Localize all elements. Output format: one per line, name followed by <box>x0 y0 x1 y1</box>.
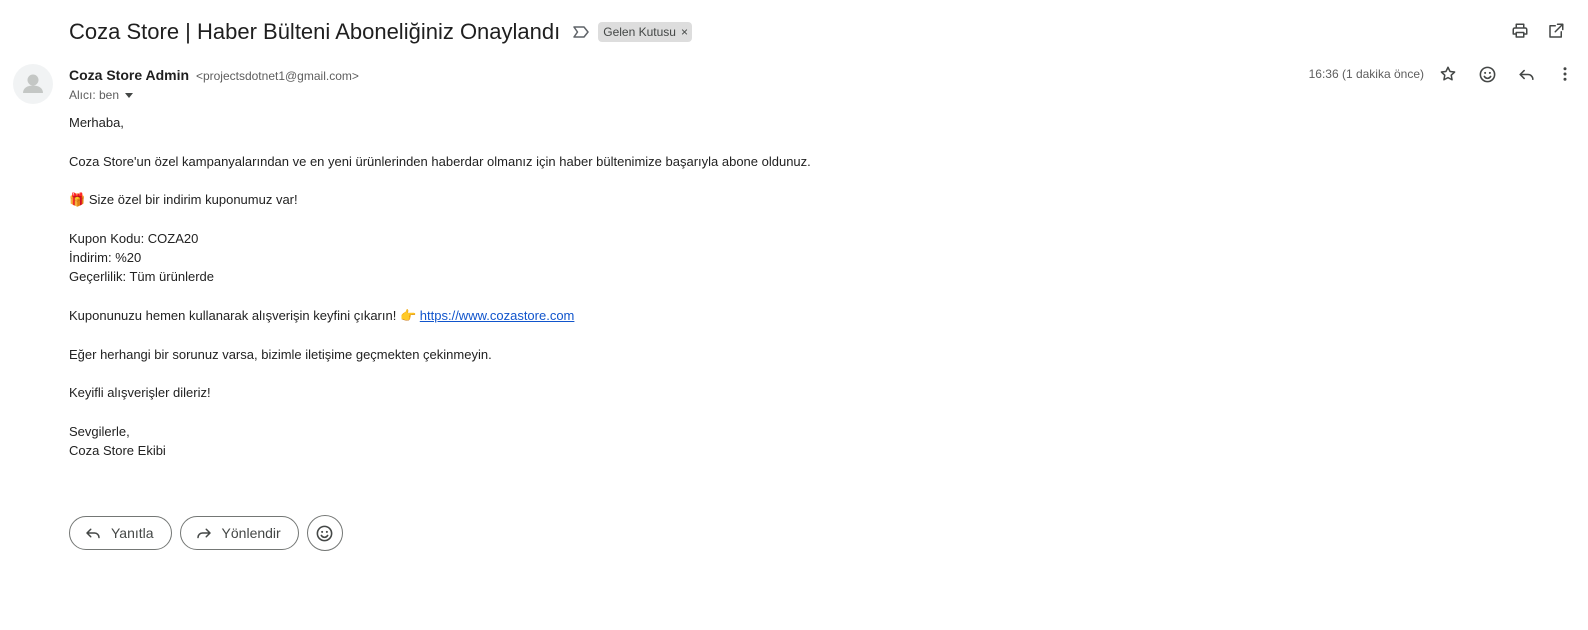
gift-emoji: 🎁 <box>69 192 86 208</box>
sender-line: Coza Store Admin <projectsdotnet1@gmail.… <box>69 67 359 83</box>
email-subject: Coza Store | Haber Bülteni Aboneliğiniz … <box>69 19 561 44</box>
coupon-announcement-text: Size özel bir indirim kuponumuz var! <box>88 192 298 208</box>
emoji-reaction-icon <box>316 525 333 541</box>
body-support: Eğer herhangi bir sorunuz varsa, bizimle… <box>69 346 492 362</box>
body-greeting: Merhaba, <box>69 115 124 130</box>
label-chip-close-icon[interactable]: × <box>681 26 688 38</box>
forward-icon <box>195 524 213 542</box>
body-wish: Keyifli alışverişler dileriz! <box>69 385 211 401</box>
reply-icon[interactable] <box>1516 64 1536 84</box>
emoji-reaction-button[interactable] <box>306 515 343 551</box>
body-validity: Geçerlilik: Tüm ürünlerde <box>69 269 214 285</box>
sender-name[interactable]: Coza Store Admin <box>69 67 189 83</box>
subject-row: Coza Store | Haber Bülteni Aboneliğiniz … <box>69 14 692 50</box>
body-coupon-code: Kupon Kodu: COZA20 <box>69 230 199 246</box>
emoji-reaction-icon[interactable] <box>1477 64 1497 84</box>
sender-email: <projectsdotnet1@gmail.com> <box>195 69 359 83</box>
label-chip-inbox: Gelen Kutusu × <box>598 22 692 42</box>
body-cta: Kuponunuzu hemen kullanarak alışverişin … <box>69 306 1069 325</box>
open-in-new-window-icon[interactable] <box>1546 21 1566 41</box>
more-vert-icon[interactable] <box>1555 64 1575 84</box>
important-marker-icon[interactable] <box>572 23 590 41</box>
reply-button-label: Yanıtla <box>111 525 154 541</box>
message-actions <box>1438 64 1575 84</box>
message-timestamp: 16:36 (1 dakika önce) <box>1308 67 1424 81</box>
reply-button[interactable]: Yanıtla <box>69 516 172 550</box>
sender-avatar[interactable] <box>13 64 53 104</box>
store-link[interactable]: https://www.cozastore.com <box>420 308 575 323</box>
thread-toolbar <box>1510 21 1566 41</box>
pointing-emoji: 👉 <box>399 307 417 323</box>
print-icon[interactable] <box>1510 21 1530 41</box>
recipient-details-dropdown-icon[interactable] <box>125 92 134 98</box>
body-closing: Sevgilerle, <box>69 423 130 439</box>
message-meta: 16:36 (1 dakika önce) <box>1309 64 1575 84</box>
reply-icon <box>84 524 102 542</box>
body-intro: Coza Store'un özel kampanyalarından ve e… <box>69 153 811 169</box>
forward-button[interactable]: Yönlendir <box>179 516 299 550</box>
avatar-person-icon <box>23 74 43 93</box>
star-icon[interactable] <box>1438 64 1458 84</box>
forward-button-label: Yönlendir <box>221 525 281 541</box>
reply-actions: Yanıtla Yönlendir <box>69 515 343 551</box>
email-body: Merhaba, Coza Store'un özel kampanyaları… <box>69 113 1069 460</box>
body-discount: İndirim: %20 <box>69 250 142 266</box>
label-chip-text: Gelen Kutusu <box>603 25 676 39</box>
recipient-line: Alıcı: ben <box>69 88 134 102</box>
body-signature: Coza Store Ekibi <box>69 443 166 459</box>
cta-text: Kuponunuzu hemen kullanarak alışverişin … <box>69 307 397 323</box>
recipient-text: Alıcı: ben <box>69 88 120 102</box>
body-coupon-announcement: 🎁 Size özel bir indirim kuponumuz var! <box>69 190 1069 209</box>
